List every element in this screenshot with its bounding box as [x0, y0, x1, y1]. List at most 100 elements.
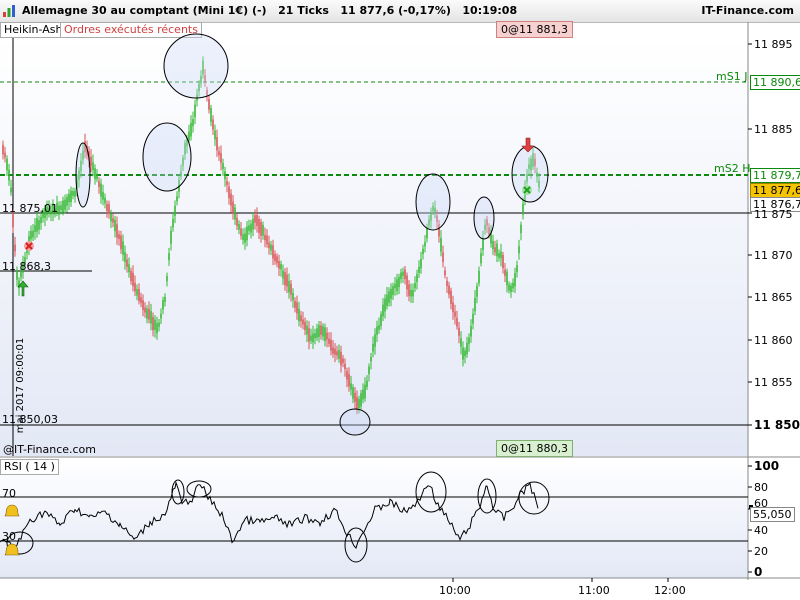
candle [160, 313, 162, 319]
candle [168, 253, 170, 261]
candle [300, 315, 302, 322]
candle [382, 304, 384, 317]
candle [398, 277, 400, 288]
candle [216, 137, 218, 151]
candle [6, 158, 8, 171]
candle [450, 290, 452, 304]
candle [440, 237, 442, 252]
candle [64, 199, 66, 210]
candle [166, 276, 168, 282]
candle [140, 297, 142, 303]
candle [134, 282, 136, 292]
candle [282, 270, 284, 279]
candle [506, 271, 508, 286]
candle [336, 351, 338, 356]
candle [152, 317, 154, 331]
candle [352, 387, 354, 399]
candle [72, 191, 74, 196]
candle [494, 247, 496, 253]
ms2-value: 11 879,7 [750, 168, 800, 183]
candle [420, 258, 422, 269]
candle [12, 213, 14, 228]
price-tick-bold: 11 850 [754, 418, 800, 432]
candle [114, 219, 116, 232]
hline-label: 11 875,01 [2, 202, 58, 215]
hline-label: 11 850,03 [2, 413, 58, 426]
candle [346, 371, 348, 380]
candle [334, 348, 336, 355]
candle [460, 338, 462, 347]
candle [230, 193, 232, 206]
candle [70, 190, 72, 203]
candle [466, 342, 468, 355]
candle [288, 281, 290, 293]
candle [98, 181, 100, 188]
candle [422, 248, 424, 255]
candle [424, 242, 426, 247]
candle [146, 308, 148, 319]
candle [8, 169, 10, 181]
candle [4, 152, 6, 158]
sell-cross-icon[interactable] [24, 241, 34, 251]
candle [116, 224, 118, 238]
candle [326, 332, 328, 340]
candle [126, 259, 128, 267]
candle [92, 162, 94, 171]
candle [364, 384, 366, 399]
candle [404, 269, 406, 280]
candle [508, 284, 510, 291]
candle [10, 187, 12, 193]
candle [224, 171, 226, 180]
candle [214, 130, 216, 140]
candle [412, 289, 414, 297]
candle [458, 327, 460, 336]
candle [360, 393, 362, 407]
candle [472, 313, 474, 324]
price-chart[interactable] [0, 0, 800, 600]
candle [118, 234, 120, 240]
candle [442, 252, 444, 263]
buy-cross-icon[interactable] [522, 185, 532, 195]
price-tick: 11 860 [754, 334, 793, 347]
order-tag-top[interactable]: 0@11 881,3 [496, 21, 573, 38]
order-tag-bottom[interactable]: 0@11 880,3 [496, 440, 573, 457]
candle [222, 163, 224, 169]
rsi-tick: 100 [754, 459, 780, 473]
candle [392, 286, 394, 295]
price-tick: 11 855 [754, 376, 793, 389]
candle [510, 285, 512, 292]
candle [14, 244, 16, 252]
current-price: 11 877,6 [750, 183, 800, 198]
candle [90, 156, 92, 166]
candle [260, 222, 262, 236]
time-tick: 10:00 [439, 584, 471, 597]
candle [34, 225, 36, 232]
candle [244, 233, 246, 243]
candle [122, 241, 124, 255]
candle [124, 252, 126, 262]
candle [38, 220, 40, 230]
candle [2, 144, 4, 155]
candle [62, 200, 64, 213]
candle [348, 374, 350, 387]
candle [236, 218, 238, 226]
candle [130, 270, 132, 282]
candle [104, 197, 106, 204]
candle [220, 153, 222, 164]
candle [278, 261, 280, 269]
candle [262, 225, 264, 236]
candle [396, 279, 398, 292]
candle [380, 314, 382, 326]
candle [226, 181, 228, 186]
watermark: @IT-Finance.com [3, 443, 96, 456]
candle [234, 207, 236, 220]
price-tick: 11 870 [754, 249, 793, 262]
candle [258, 219, 260, 233]
candle [100, 183, 102, 197]
candle [374, 334, 376, 347]
rsi-label[interactable]: RSI ( 14 ) [0, 459, 59, 475]
candle [322, 326, 324, 337]
candle [248, 225, 250, 231]
candle [252, 218, 254, 230]
candle [492, 240, 494, 250]
